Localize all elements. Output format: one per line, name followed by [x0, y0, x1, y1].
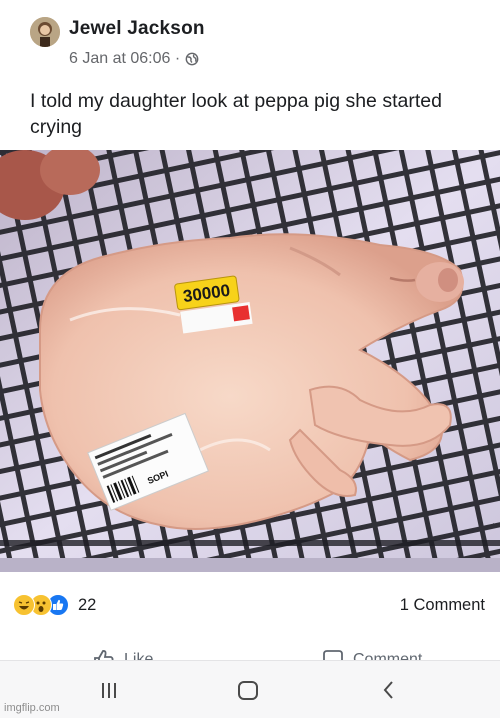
imgflip-watermark: imgflip.com	[4, 702, 60, 714]
globe-icon	[185, 52, 199, 66]
post-text: I told my daughter look at peppa pig she…	[30, 90, 442, 138]
comment-count[interactable]: 1 Comment	[400, 596, 485, 615]
avatar[interactable]	[30, 17, 60, 47]
author-name[interactable]: Jewel Jackson	[69, 18, 205, 40]
avatar-image	[30, 17, 60, 47]
reaction-count[interactable]: 22	[78, 596, 96, 615]
reaction-icons[interactable]	[13, 594, 69, 616]
post-meta: 6 Jan at 06:06 ·	[69, 50, 199, 68]
recent-apps-icon[interactable]	[94, 675, 124, 705]
home-icon[interactable]	[233, 675, 263, 705]
haha-icon	[13, 594, 35, 616]
post-header: Jewel Jackson 6 Jan at 06:06 · I told my…	[0, 0, 500, 150]
back-icon[interactable]	[374, 675, 404, 705]
timestamp[interactable]: 6 Jan at 06:06 ·	[69, 50, 180, 68]
post-photo[interactable]: 30000 SOPI	[0, 150, 500, 572]
system-navigation-bar	[0, 660, 500, 718]
post-actions: Like Comment	[0, 642, 500, 662]
pig-photo-image: 30000 SOPI	[0, 150, 500, 572]
